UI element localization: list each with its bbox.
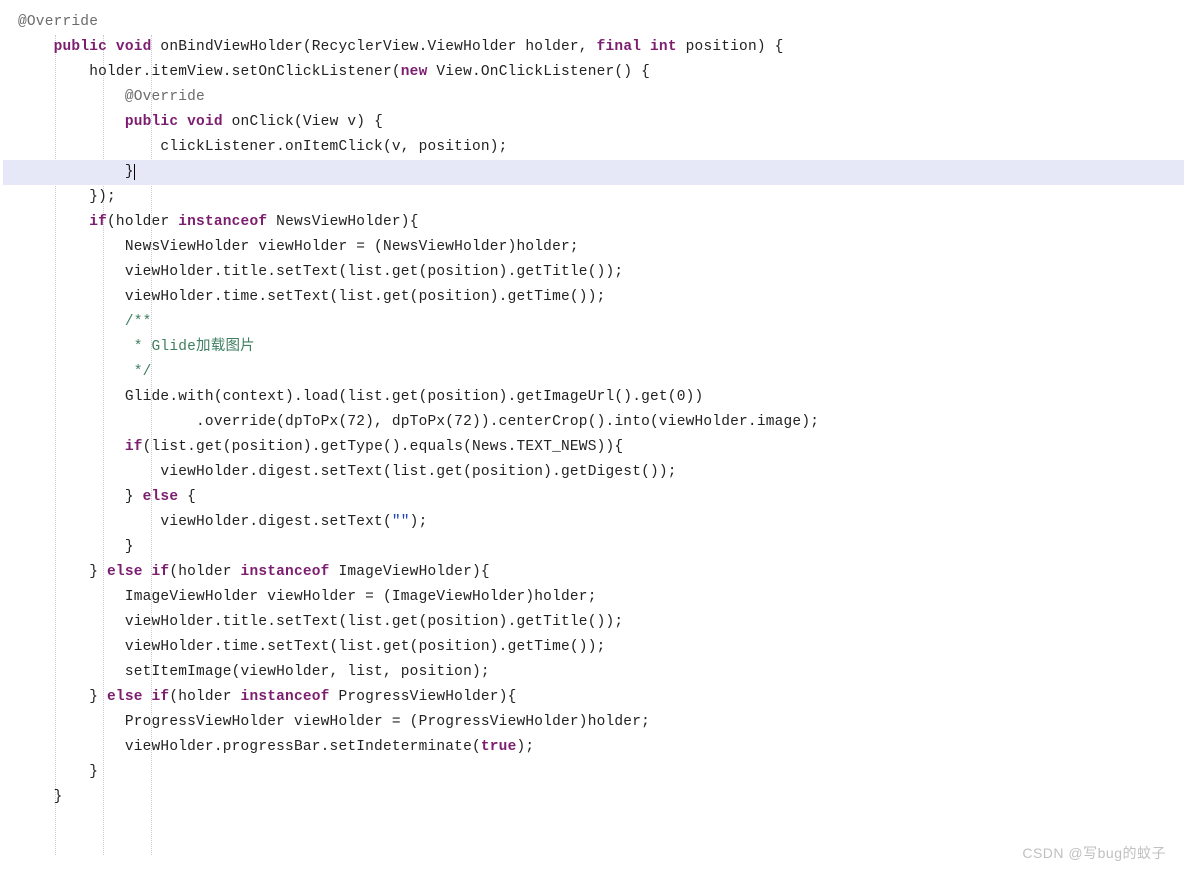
code-line: }); — [3, 185, 1184, 210]
code-line: @Override — [3, 85, 1184, 110]
code-line: Glide.with(context).load(list.get(positi… — [3, 385, 1184, 410]
code-line: if(holder instanceof NewsViewHolder){ — [3, 210, 1184, 235]
code-line: } — [3, 785, 1184, 810]
code-line: NewsViewHolder viewHolder = (NewsViewHol… — [3, 235, 1184, 260]
code-line: } else if(holder instanceof ProgressView… — [3, 685, 1184, 710]
code-line: ImageViewHolder viewHolder = (ImageViewH… — [3, 585, 1184, 610]
code-line: viewHolder.progressBar.setIndeterminate(… — [3, 735, 1184, 760]
code-line: viewHolder.title.setText(list.get(positi… — [3, 610, 1184, 635]
code-line: ProgressViewHolder viewHolder = (Progres… — [3, 710, 1184, 735]
code-line: public void onClick(View v) { — [3, 110, 1184, 135]
code-line: viewHolder.digest.setText(list.get(posit… — [3, 460, 1184, 485]
watermark: CSDN @写bug的蚊子 — [1022, 843, 1166, 863]
code-line: clickListener.onItemClick(v, position); — [3, 135, 1184, 160]
code-line: } — [3, 160, 1184, 185]
code-line: @Override — [3, 10, 1184, 35]
code-line: .override(dpToPx(72), dpToPx(72)).center… — [3, 410, 1184, 435]
code-line: viewHolder.digest.setText(""); — [3, 510, 1184, 535]
code-line: */ — [3, 360, 1184, 385]
code-editor[interactable]: @Override public void onBindViewHolder(R… — [0, 0, 1184, 810]
code-line: viewHolder.time.setText(list.get(positio… — [3, 285, 1184, 310]
code-line: } else if(holder instanceof ImageViewHol… — [3, 560, 1184, 585]
code-line: if(list.get(position).getType().equals(N… — [3, 435, 1184, 460]
code-line: holder.itemView.setOnClickListener(new V… — [3, 60, 1184, 85]
code-line: public void onBindViewHolder(RecyclerVie… — [3, 35, 1184, 60]
code-line: viewHolder.time.setText(list.get(positio… — [3, 635, 1184, 660]
code-line: } — [3, 535, 1184, 560]
code-line: /** — [3, 310, 1184, 335]
code-line: viewHolder.title.setText(list.get(positi… — [3, 260, 1184, 285]
code-line: * Glide加载图片 — [3, 335, 1184, 360]
code-line: } — [3, 760, 1184, 785]
code-line: setItemImage(viewHolder, list, position)… — [3, 660, 1184, 685]
code-line: } else { — [3, 485, 1184, 510]
code-lines: @Override public void onBindViewHolder(R… — [3, 10, 1184, 810]
